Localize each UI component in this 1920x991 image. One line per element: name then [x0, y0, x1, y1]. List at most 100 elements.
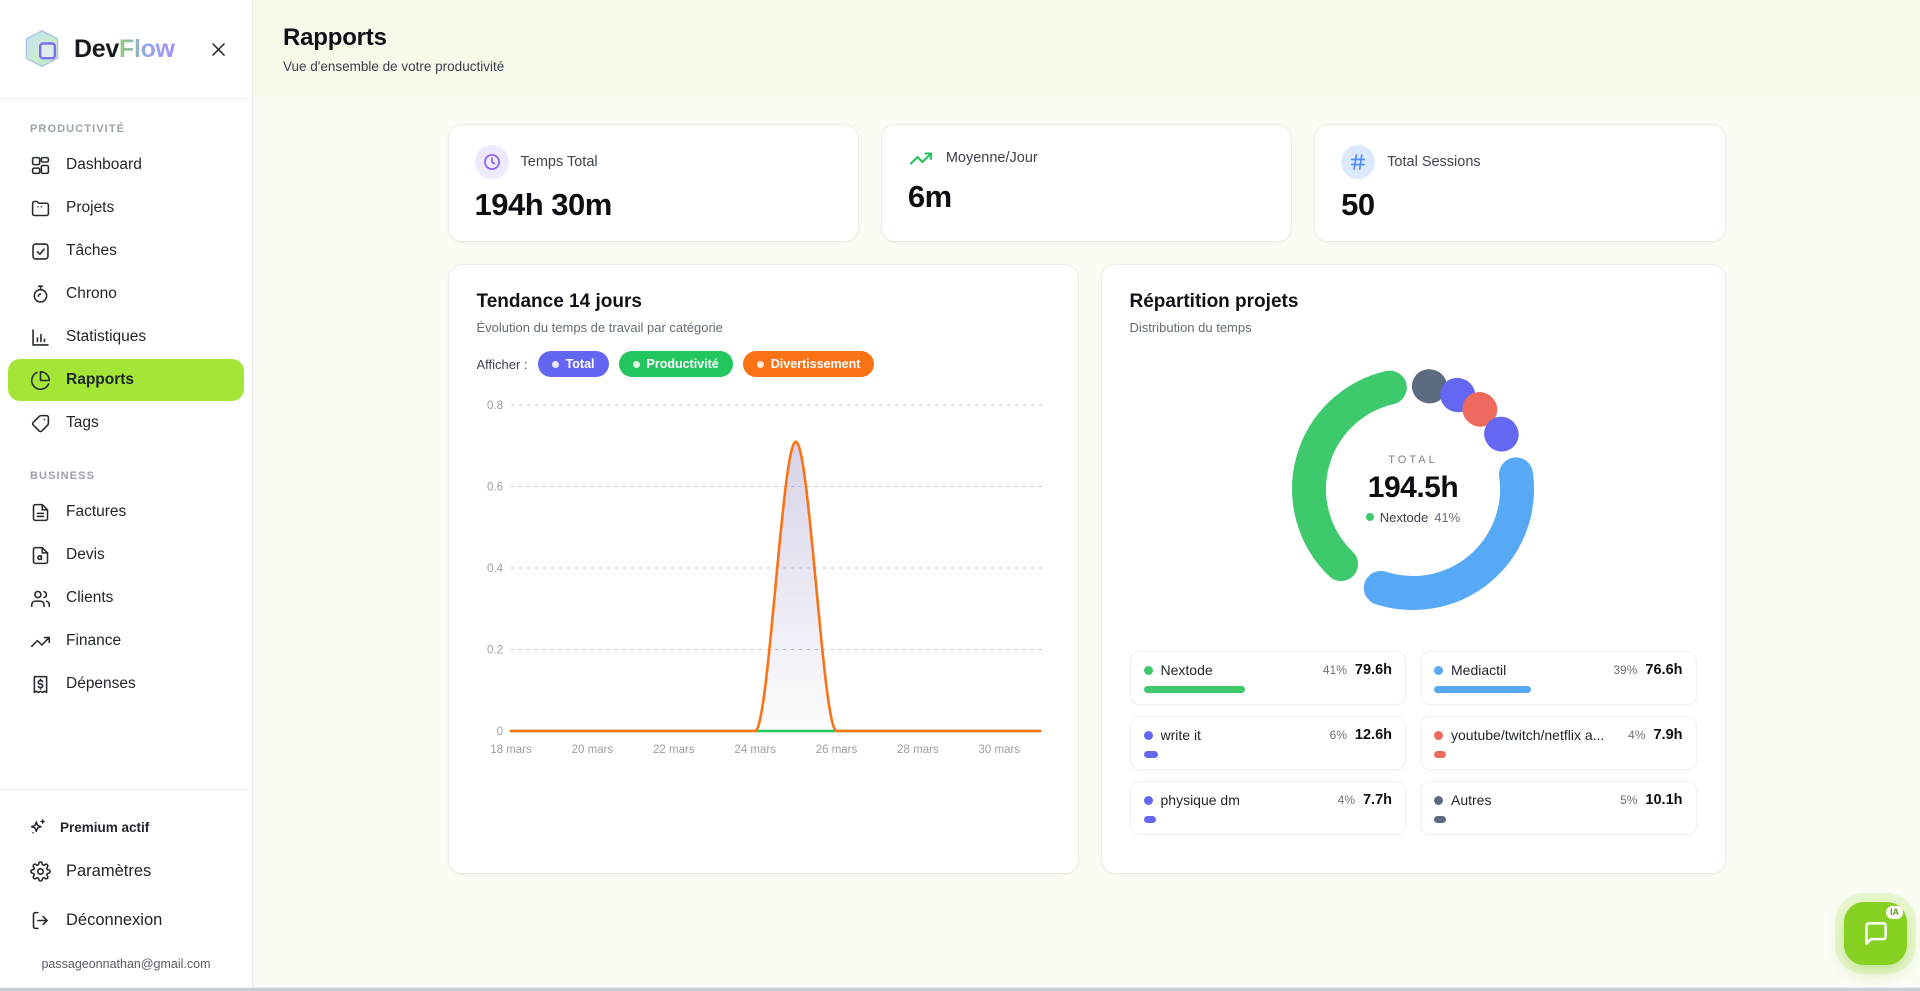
sidebar-item-label: Tags: [66, 414, 99, 432]
main-area: Rapports Vue d'ensemble de votre product…: [253, 0, 1920, 987]
legend-item-physique-dm: physique dm 4% 7.7h: [1130, 781, 1407, 835]
sidebar-item-chrono[interactable]: Chrono: [8, 273, 244, 315]
legend-project-pct: 5%: [1620, 793, 1637, 807]
filter-pill-productivit-[interactable]: Productivité: [619, 351, 733, 377]
rapports-icon: [30, 370, 51, 391]
stat-card-temps-total: Temps Total 194h 30m: [448, 124, 859, 242]
premium-label: Premium actif: [60, 820, 149, 835]
stat-label: Temps Total: [521, 154, 598, 170]
sidebar-item-tags[interactable]: Tags: [8, 402, 244, 444]
chrono-icon: [30, 284, 51, 305]
content: Temps Total 194h 30m Moyenne/Jour 6m: [448, 124, 1726, 874]
dashboard-icon: [30, 155, 51, 176]
donut-segment-mediactil: [1381, 474, 1517, 593]
projets-icon: [30, 198, 51, 219]
sidebar-item-clients[interactable]: Clients: [8, 577, 244, 619]
filter-pill-total[interactable]: Total: [538, 351, 609, 377]
svg-text:0.4: 0.4: [487, 563, 504, 575]
legend-project-name: write it: [1161, 727, 1322, 743]
sidebar-item-statistiques[interactable]: Statistiques: [8, 316, 244, 358]
svg-text:22 mars: 22 mars: [653, 744, 695, 756]
svg-text:26 mars: 26 mars: [815, 744, 857, 756]
sidebar-footer: Premium actif Paramètres Déconnexion pas…: [0, 789, 252, 987]
sidebar-item-rapports[interactable]: Rapports: [8, 359, 244, 401]
nav-section-label: PRODUCTIVITÉ: [30, 123, 252, 135]
svg-text:20 mars: 20 mars: [571, 744, 613, 756]
chat-bubble-icon: [1862, 920, 1889, 947]
stat-value: 6m: [908, 179, 1265, 215]
app-logo-icon: [20, 27, 64, 71]
legend-project-hours: 7.7h: [1363, 792, 1392, 808]
ai-chat-button[interactable]: IA: [1844, 902, 1907, 965]
devis-icon: [30, 545, 51, 566]
legend-project-pct: 6%: [1330, 728, 1347, 742]
legend-project-pct: 4%: [1338, 793, 1355, 807]
sidebar-item-taches[interactable]: Tâches: [8, 230, 244, 272]
legend-item-youtube-twitch-netflix-a-: youtube/twitch/netflix a...4%7.9h: [1420, 716, 1697, 770]
sidebar-item-devis[interactable]: Devis: [8, 534, 244, 576]
stats-row: Temps Total 194h 30m Moyenne/Jour 6m: [448, 124, 1726, 242]
pill-label: Divertissement: [771, 357, 861, 371]
legend-progress-bar: [1144, 686, 1393, 693]
filter-row: Afficher : TotalProductivitéDivertisseme…: [477, 351, 1050, 377]
pill-label: Productivité: [647, 357, 719, 371]
distribution-card: Répartition projets Distribution du temp…: [1101, 264, 1726, 874]
logout-icon: [30, 910, 51, 931]
logout-label: Déconnexion: [66, 911, 162, 930]
app-window: DevFlow PRODUCTIVITÉ Dashboard Projets Tâch…: [0, 0, 1920, 987]
page-title: Rapports: [283, 24, 1890, 52]
stat-label: Moyenne/Jour: [946, 150, 1038, 166]
user-email: passageonnathan@gmail.com: [0, 945, 252, 981]
sidebar-item-finance[interactable]: Finance: [8, 620, 244, 662]
distribution-card-title: Répartition projets: [1130, 291, 1697, 313]
trend-card-subtitle: Évolution du temps de travail par catégo…: [477, 320, 1050, 335]
trend-card-title: Tendance 14 jours: [477, 291, 1050, 313]
legend-project-hours: 7.9h: [1653, 727, 1682, 743]
svg-text:0: 0: [496, 726, 502, 738]
sidebar-item-label: Rapports: [66, 371, 134, 389]
svg-text:30 mars: 30 mars: [978, 744, 1020, 756]
stat-label: Total Sessions: [1387, 154, 1481, 170]
legend-project-name: Nextode: [1161, 662, 1315, 678]
gear-icon: [30, 861, 51, 882]
trend-line-chart: 00.20.40.60.818 mars20 mars22 mars24 mar…: [477, 389, 1050, 761]
finance-icon: [30, 631, 51, 652]
sidebar-item-projets[interactable]: Projets: [8, 187, 244, 229]
legend-project-hours: 12.6h: [1355, 727, 1392, 743]
legend-project-pct: 41%: [1323, 663, 1347, 677]
donut-chart: TOTAL 194.5h Nextode 41%: [1283, 359, 1543, 619]
tags-icon: [30, 413, 51, 434]
sidebar-item-dashboard[interactable]: Dashboard: [8, 144, 244, 186]
stat-card-moyenne-jour: Moyenne/Jour 6m: [881, 124, 1292, 242]
trend-up-icon: [908, 145, 934, 171]
filter-pill-divertissement[interactable]: Divertissement: [743, 351, 875, 377]
logout-button[interactable]: Déconnexion: [0, 896, 252, 945]
legend-progress-bar: [1144, 816, 1393, 823]
legend-project-name: physique dm: [1161, 792, 1330, 808]
sidebar-item-label: Tâches: [66, 242, 117, 260]
sidebar-item-label: Finance: [66, 632, 121, 650]
legend-dot-icon: [1434, 731, 1443, 740]
sidebar-logo-row: DevFlow: [0, 0, 252, 99]
pill-dot-icon: [757, 361, 764, 368]
statistiques-icon: [30, 327, 51, 348]
sidebar-close-button[interactable]: [205, 36, 232, 63]
legend-project-hours: 76.6h: [1645, 662, 1682, 678]
legend-progress-bar: [1434, 751, 1683, 758]
nav-section-label: BUSINESS: [30, 470, 252, 482]
legend-dot-icon: [1434, 666, 1443, 675]
donut-segment-youtube-twitch-netflix-a-: [1479, 409, 1480, 410]
donut-segment-write-it: [1501, 434, 1502, 435]
premium-status[interactable]: Premium actif: [0, 808, 252, 847]
settings-button[interactable]: Paramètres: [0, 847, 252, 896]
stat-value: 50: [1341, 187, 1698, 223]
sidebar-item-depenses[interactable]: Dépenses: [8, 663, 244, 705]
distribution-card-subtitle: Distribution du temps: [1130, 320, 1697, 335]
sidebar-item-label: Chrono: [66, 285, 117, 303]
sidebar-item-factures[interactable]: Factures: [8, 491, 244, 533]
sidebar-item-label: Projets: [66, 199, 114, 217]
legend-dot-icon: [1144, 666, 1153, 675]
sidebar-item-label: Dashboard: [66, 156, 142, 174]
legend-item-write-it: write it 6% 12.6h: [1130, 716, 1407, 770]
legend-project-pct: 39%: [1613, 663, 1637, 677]
